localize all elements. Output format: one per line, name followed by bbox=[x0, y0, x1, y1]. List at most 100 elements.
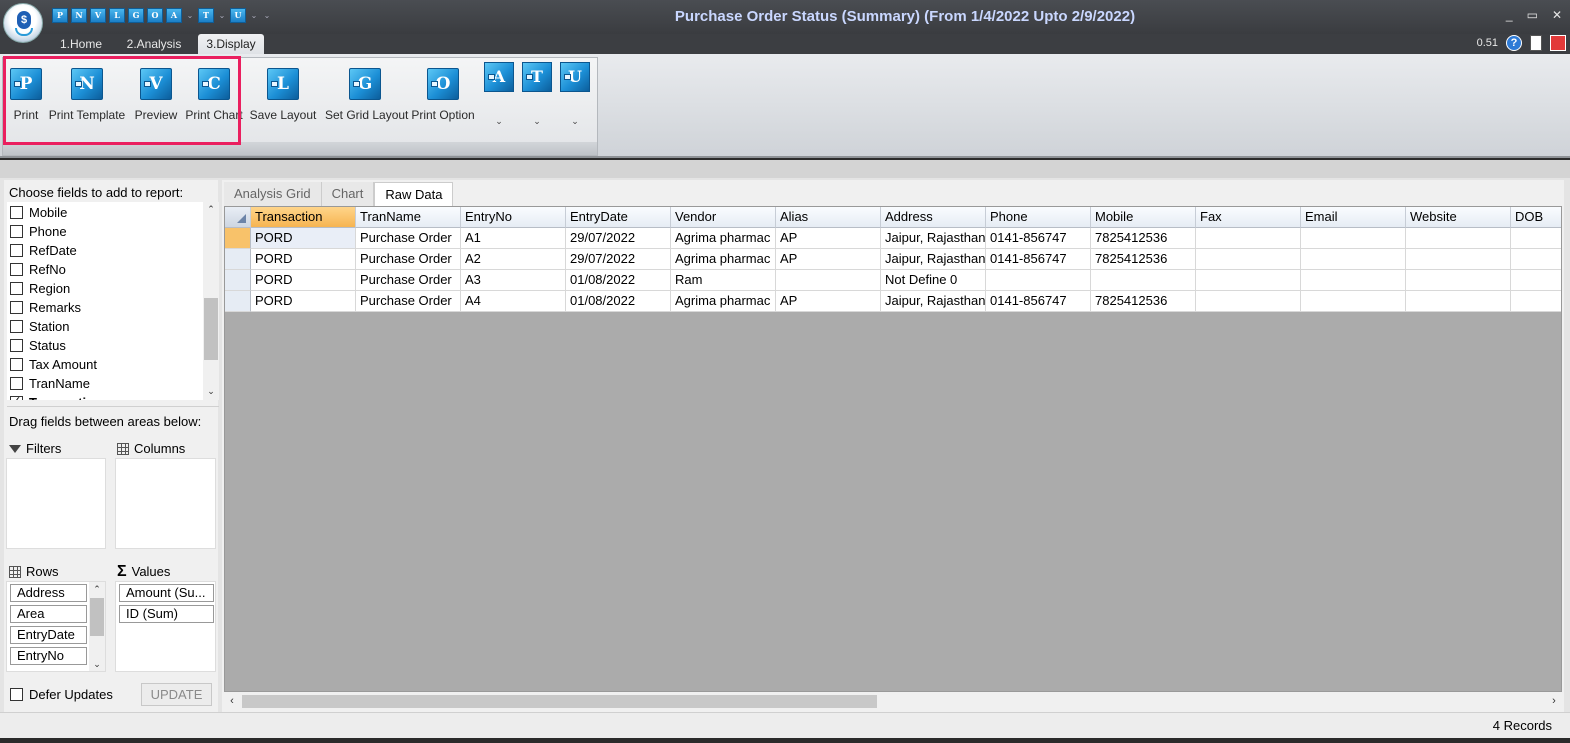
values-area[interactable]: Amount (Su... ID (Sum) bbox=[115, 581, 216, 672]
help-icon[interactable]: ? bbox=[1506, 35, 1522, 51]
table-cell[interactable]: Purchase Order bbox=[356, 249, 461, 270]
table-cell[interactable]: Jaipur, Rajasthan bbox=[881, 228, 986, 249]
ribbon-u-dropdown-button[interactable]: U ⌄ bbox=[558, 62, 592, 127]
checkbox-icon[interactable] bbox=[10, 358, 23, 371]
tab-analysis[interactable]: 2.Analysis bbox=[120, 34, 188, 54]
chevron-down-icon[interactable]: ⌄ bbox=[558, 116, 592, 127]
table-cell[interactable] bbox=[1196, 228, 1301, 249]
value-field-chip[interactable]: Amount (Su... bbox=[119, 584, 214, 602]
table-cell[interactable]: Agrima pharmac bbox=[671, 228, 776, 249]
table-cell[interactable] bbox=[1406, 249, 1511, 270]
table-cell[interactable] bbox=[1196, 270, 1301, 291]
table-cell[interactable]: PORD bbox=[251, 291, 356, 312]
table-cell[interactable] bbox=[1196, 249, 1301, 270]
column-header-address[interactable]: Address bbox=[881, 207, 986, 228]
row-field-chip[interactable]: Area bbox=[10, 605, 87, 623]
table-cell[interactable] bbox=[1406, 228, 1511, 249]
table-cell[interactable] bbox=[1091, 270, 1196, 291]
field-item-remarks[interactable]: Remarks bbox=[10, 298, 81, 317]
table-cell[interactable]: AP bbox=[776, 291, 881, 312]
chevron-down-icon[interactable]: ⌄ bbox=[520, 116, 554, 127]
horizontal-scrollbar[interactable]: ‹ › bbox=[224, 693, 1562, 710]
column-header-email[interactable]: Email bbox=[1301, 207, 1406, 228]
field-item-transaction[interactable]: Transaction bbox=[10, 393, 102, 400]
table-cell[interactable] bbox=[1196, 291, 1301, 312]
defer-updates-checkbox[interactable]: Defer Updates bbox=[10, 687, 113, 702]
field-item-phone[interactable]: Phone bbox=[10, 222, 67, 241]
table-cell[interactable]: Ram bbox=[671, 270, 776, 291]
checkbox-icon[interactable] bbox=[10, 301, 23, 314]
table-row[interactable]: PORD Purchase Order A1 29/07/2022 Agrima pha… bbox=[225, 228, 1561, 249]
table-cell[interactable] bbox=[1301, 249, 1406, 270]
tab-home[interactable]: 1.Home bbox=[54, 34, 108, 54]
table-cell[interactable]: 29/07/2022 bbox=[566, 249, 671, 270]
table-cell[interactable] bbox=[776, 270, 881, 291]
table-cell[interactable] bbox=[1301, 270, 1406, 291]
column-header-transaction[interactable]: Transaction bbox=[251, 207, 356, 228]
table-cell[interactable] bbox=[1511, 270, 1561, 291]
update-button[interactable]: UPDATE bbox=[141, 683, 212, 706]
table-cell[interactable]: Purchase Order bbox=[356, 291, 461, 312]
scroll-left-icon[interactable]: ‹ bbox=[224, 693, 240, 710]
chevron-down-icon[interactable]: ⌄ bbox=[482, 116, 516, 127]
row-field-chip[interactable]: EntryNo bbox=[10, 647, 87, 665]
checkbox-icon[interactable] bbox=[10, 320, 23, 333]
columns-area[interactable] bbox=[115, 458, 216, 549]
checkbox-icon[interactable] bbox=[10, 244, 23, 257]
field-item-tax-amount[interactable]: Tax Amount bbox=[10, 355, 97, 374]
minimize-button[interactable]: _ bbox=[1506, 8, 1513, 22]
table-row[interactable]: PORD Purchase Order A2 29/07/2022 Agrima pha… bbox=[225, 249, 1561, 270]
column-header-entryno[interactable]: EntryNo bbox=[461, 207, 566, 228]
value-field-chip[interactable]: ID (Sum) bbox=[119, 605, 214, 623]
row-field-chip[interactable]: EntryDate bbox=[10, 626, 87, 644]
column-header-mobile[interactable]: Mobile bbox=[1091, 207, 1196, 228]
checkbox-icon[interactable] bbox=[10, 225, 23, 238]
table-cell[interactable]: Purchase Order bbox=[356, 270, 461, 291]
table-cell[interactable]: A4 bbox=[461, 291, 566, 312]
table-cell[interactable] bbox=[1511, 228, 1561, 249]
field-item-refno[interactable]: RefNo bbox=[10, 260, 66, 279]
column-header-fax[interactable]: Fax bbox=[1196, 207, 1301, 228]
checkbox-icon[interactable] bbox=[10, 206, 23, 219]
scroll-up-icon[interactable]: ⌃ bbox=[203, 202, 219, 216]
table-cell[interactable]: Jaipur, Rajasthan bbox=[881, 291, 986, 312]
table-cell[interactable]: 29/07/2022 bbox=[566, 228, 671, 249]
field-item-refdate[interactable]: RefDate bbox=[10, 241, 77, 260]
field-item-tranname[interactable]: TranName bbox=[10, 374, 90, 393]
table-cell[interactable]: PORD bbox=[251, 249, 356, 270]
filters-area[interactable] bbox=[6, 458, 106, 549]
close-button[interactable]: ✕ bbox=[1552, 8, 1562, 22]
table-cell[interactable] bbox=[1301, 228, 1406, 249]
table-cell[interactable]: Agrima pharmac bbox=[671, 291, 776, 312]
row-selector[interactable] bbox=[225, 291, 251, 312]
set-grid-layout-button[interactable]: G Set Grid Layout bbox=[325, 68, 408, 122]
table-cell[interactable] bbox=[1511, 249, 1561, 270]
table-cell[interactable]: 0141-856747 bbox=[986, 228, 1091, 249]
table-cell[interactable] bbox=[1301, 291, 1406, 312]
table-cell[interactable] bbox=[1511, 291, 1561, 312]
column-header-entrydate[interactable]: EntryDate bbox=[566, 207, 671, 228]
column-header-alias[interactable]: Alias bbox=[776, 207, 881, 228]
table-row[interactable]: PORD Purchase Order A4 01/08/2022 Agrima pha… bbox=[225, 291, 1561, 312]
field-list-scrollbar[interactable]: ⌃ ⌄ bbox=[203, 202, 219, 400]
scroll-down-icon[interactable]: ⌄ bbox=[203, 384, 219, 398]
ribbon-a-dropdown-button[interactable]: A ⌄ bbox=[482, 62, 516, 127]
row-selector[interactable] bbox=[225, 270, 251, 291]
column-header-website[interactable]: Website bbox=[1406, 207, 1511, 228]
checkbox-icon[interactable] bbox=[10, 263, 23, 276]
record-icon[interactable] bbox=[1550, 35, 1566, 51]
table-cell[interactable]: PORD bbox=[251, 228, 356, 249]
table-cell[interactable]: Agrima pharmac bbox=[671, 249, 776, 270]
checkbox-icon[interactable] bbox=[10, 688, 23, 701]
scroll-right-icon[interactable]: › bbox=[1546, 693, 1562, 710]
table-row[interactable]: PORD Purchase Order A3 01/08/2022 Ram Not De… bbox=[225, 270, 1561, 291]
field-item-region[interactable]: Region bbox=[10, 279, 70, 298]
maximize-button[interactable]: ▭ bbox=[1527, 8, 1538, 22]
table-cell[interactable]: 01/08/2022 bbox=[566, 270, 671, 291]
application-menu-button[interactable]: $ bbox=[3, 3, 43, 43]
row-selector[interactable] bbox=[225, 228, 251, 249]
select-all-corner[interactable] bbox=[225, 207, 251, 228]
table-cell[interactable]: 01/08/2022 bbox=[566, 291, 671, 312]
table-cell[interactable]: Jaipur, Rajasthan bbox=[881, 249, 986, 270]
table-cell[interactable]: A2 bbox=[461, 249, 566, 270]
